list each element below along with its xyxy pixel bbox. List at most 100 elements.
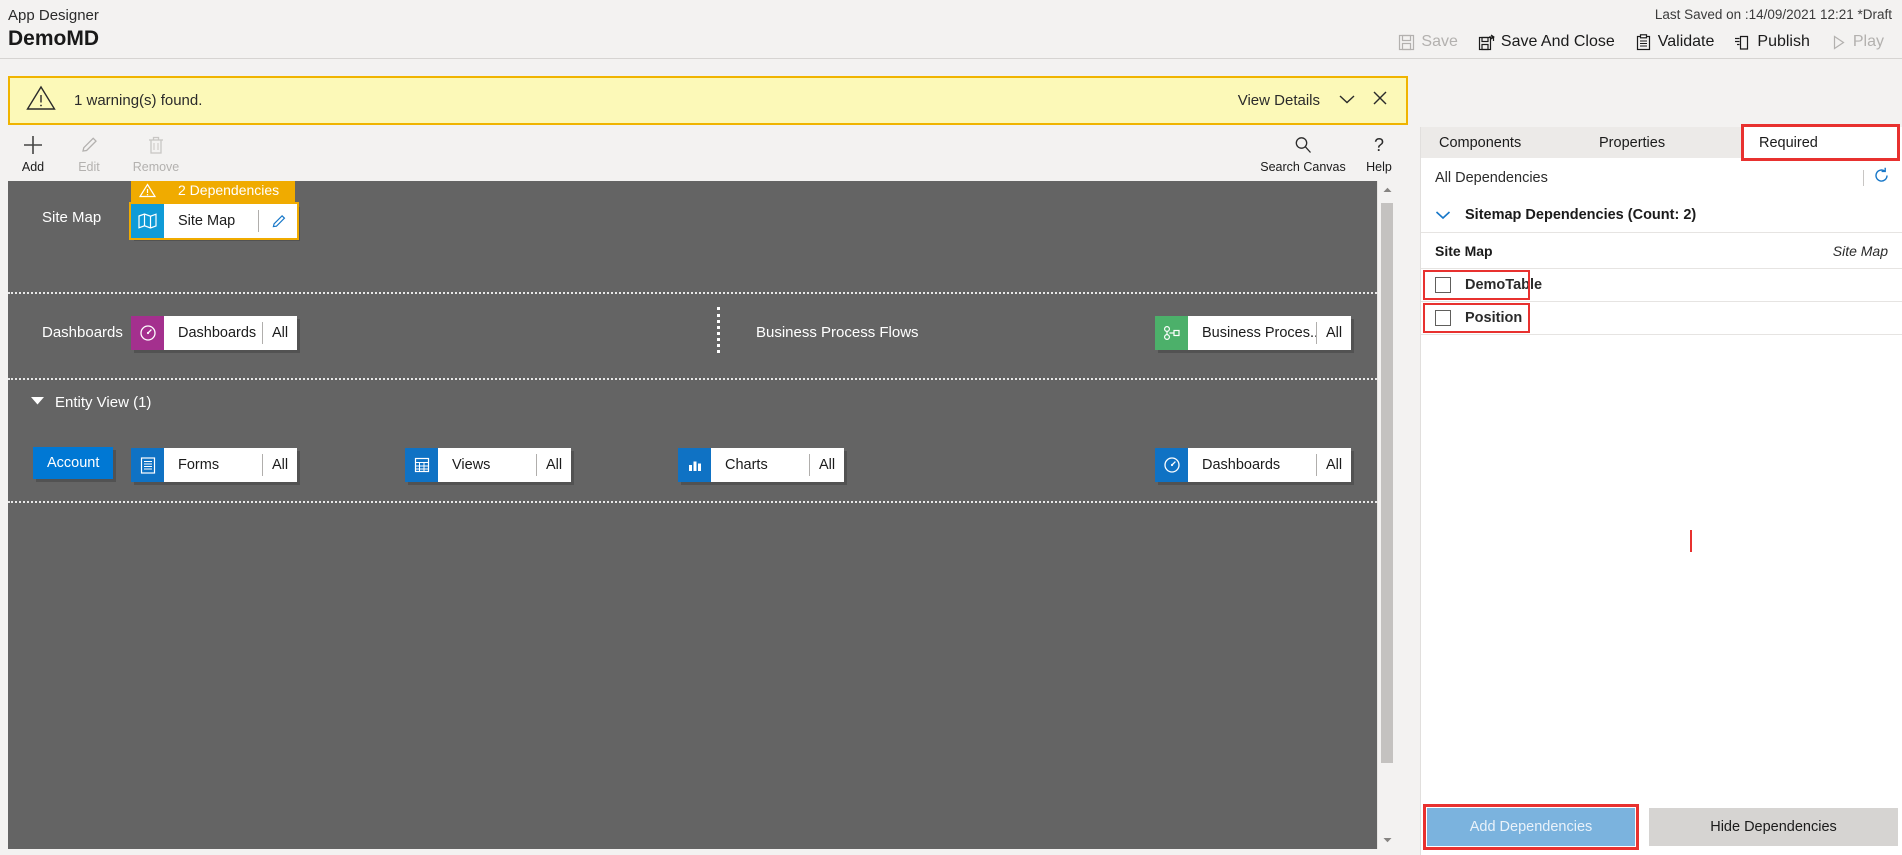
- add-button[interactable]: Add: [2, 133, 64, 174]
- all-dependencies-row: All Dependencies: [1421, 158, 1902, 197]
- dependency-name: DemoTable: [1465, 277, 1543, 293]
- save-button[interactable]: Save: [1388, 29, 1467, 55]
- refresh-icon[interactable]: [1873, 167, 1890, 189]
- app-canvas: Site Map 2 Dependencies Site Map Dashboa…: [8, 181, 1395, 849]
- row-label-bpf: Business Process Flows: [756, 324, 919, 341]
- canvas-tile-forms-scope: All: [271, 457, 289, 473]
- canvas-tile-views[interactable]: Views All: [405, 448, 571, 482]
- entity-view-header-label: Entity View (1): [55, 393, 152, 411]
- play-icon: [1830, 34, 1847, 51]
- close-icon[interactable]: [1368, 90, 1392, 111]
- tab-properties[interactable]: Properties: [1581, 127, 1741, 158]
- table-row[interactable]: Position: [1421, 302, 1902, 335]
- tab-required-label: Required: [1759, 134, 1818, 151]
- canvas-tile-dashboards-scope: All: [271, 325, 289, 341]
- last-saved-status: Last Saved on :14/09/2021 12:21 *Draft: [1654, 7, 1892, 22]
- tab-components[interactable]: Components: [1421, 127, 1581, 158]
- grid-header-left: Site Map: [1435, 242, 1493, 259]
- bpf-drop-indicator: [717, 307, 720, 353]
- canvas-tile-entity-dashboards-scope: All: [1325, 457, 1343, 473]
- help-button[interactable]: ? Help: [1355, 133, 1403, 174]
- publish-button[interactable]: Publish: [1724, 29, 1819, 55]
- view-details-link[interactable]: View Details: [1238, 92, 1320, 109]
- trash-icon: [108, 133, 204, 157]
- canvas-scrollbar[interactable]: [1377, 181, 1395, 849]
- entity-pill-label: Account: [47, 455, 100, 471]
- tab-properties-label: Properties: [1599, 134, 1666, 151]
- forms-icon: [131, 448, 164, 482]
- app-title: DemoMD: [8, 27, 100, 50]
- canvas-tile-forms-label: Forms: [178, 457, 220, 473]
- warning-triangle-icon: [131, 182, 164, 198]
- svg-text:?: ?: [1374, 135, 1384, 155]
- dependency-name: Position: [1465, 310, 1523, 326]
- map-icon: [131, 204, 164, 238]
- warning-triangle-icon: [26, 85, 56, 116]
- dependency-checkbox[interactable]: [1435, 310, 1451, 326]
- help-label: Help: [1366, 160, 1392, 174]
- canvas-tile-sitemap[interactable]: Site Map: [129, 202, 299, 240]
- canvas-tile-charts-scope: All: [818, 457, 836, 473]
- dependency-checkbox[interactable]: [1435, 277, 1451, 293]
- scrollbar-thumb[interactable]: [1381, 203, 1393, 763]
- chevron-down-icon[interactable]: [1320, 92, 1368, 110]
- canvas-band-divider: [8, 378, 1377, 380]
- add-dependencies-button[interactable]: Add Dependencies: [1427, 808, 1635, 846]
- sitemap-dependencies-label: Sitemap Dependencies (Count: 2): [1465, 206, 1697, 223]
- canvas-band-divider: [8, 292, 1377, 294]
- header-command-bar: Save Save And Close Validate Publish Pla…: [1388, 29, 1894, 55]
- canvas-tile-dashboards[interactable]: Dashboards All: [131, 316, 297, 350]
- validate-button[interactable]: Validate: [1625, 29, 1725, 55]
- dashboard-gauge-icon: [131, 316, 164, 350]
- save-icon: [1398, 34, 1415, 51]
- add-label: Add: [21, 160, 45, 174]
- hide-dependencies-button[interactable]: Hide Dependencies: [1649, 808, 1898, 846]
- text-cursor-caret: [1690, 530, 1692, 552]
- play-button[interactable]: Play: [1820, 29, 1894, 55]
- scroll-down-arrow-icon[interactable]: [1378, 831, 1395, 849]
- play-label: Play: [1852, 33, 1884, 50]
- validate-label: Validate: [1657, 33, 1715, 50]
- dependencies-grid-header: Site Map Site Map: [1421, 232, 1902, 269]
- chevron-down-icon[interactable]: [1435, 210, 1451, 220]
- warning-message: 1 warning(s) found.: [74, 92, 203, 109]
- canvas-tile-charts-label: Charts: [725, 457, 768, 473]
- refresh-divider: [1863, 169, 1864, 186]
- tab-required[interactable]: Required: [1741, 127, 1902, 158]
- sitemap-edit-icon[interactable]: [259, 204, 297, 238]
- table-row[interactable]: DemoTable: [1421, 269, 1902, 302]
- triangle-down-icon: [30, 393, 45, 411]
- save-and-close-label: Save And Close: [1500, 33, 1615, 50]
- canvas-tile-entity-dashboards[interactable]: Dashboards All: [1155, 448, 1351, 482]
- save-label: Save: [1421, 33, 1458, 50]
- canvas-tile-entity-dashboards-label: Dashboards: [1202, 457, 1281, 473]
- views-grid-icon: [405, 448, 438, 482]
- warning-banner: 1 warning(s) found. View Details: [8, 76, 1408, 125]
- sitemap-dependency-count: 2 Dependencies: [178, 182, 280, 198]
- entity-view-header[interactable]: Entity View (1): [30, 393, 151, 411]
- sitemap-dependency-badge[interactable]: 2 Dependencies: [131, 181, 296, 204]
- remove-button[interactable]: Remove: [108, 133, 204, 174]
- grid-header-right: Site Map: [1832, 242, 1888, 259]
- publish-label: Publish: [1757, 33, 1810, 50]
- row-label-dashboards: Dashboards: [42, 324, 123, 341]
- canvas-tile-dashboards-label: Dashboards: [178, 325, 257, 341]
- entity-pill-account[interactable]: Account: [33, 447, 114, 479]
- required-dependencies-panel: Components Properties Required All Depen…: [1421, 124, 1902, 855]
- canvas-tile-views-scope: All: [545, 457, 563, 473]
- search-icon: [1255, 133, 1351, 157]
- sitemap-dependencies-group-header[interactable]: Sitemap Dependencies (Count: 2): [1421, 197, 1902, 232]
- canvas-tile-bpf-scope: All: [1325, 325, 1343, 341]
- search-canvas-button[interactable]: Search Canvas: [1255, 133, 1351, 174]
- process-flow-icon: [1155, 316, 1188, 350]
- tab-components-label: Components: [1439, 134, 1522, 151]
- app-designer-label: App Designer: [8, 7, 99, 24]
- dashboard-gauge-icon: [1155, 448, 1188, 482]
- canvas-band-divider: [8, 501, 1377, 503]
- canvas-tile-bpf[interactable]: Business Proces... All: [1155, 316, 1351, 350]
- canvas-tile-forms[interactable]: Forms All: [131, 448, 297, 482]
- scroll-up-arrow-icon[interactable]: [1378, 181, 1395, 199]
- save-and-close-button[interactable]: Save And Close: [1468, 29, 1625, 55]
- refresh-group: [1863, 167, 1890, 189]
- canvas-tile-charts[interactable]: Charts All: [678, 448, 844, 482]
